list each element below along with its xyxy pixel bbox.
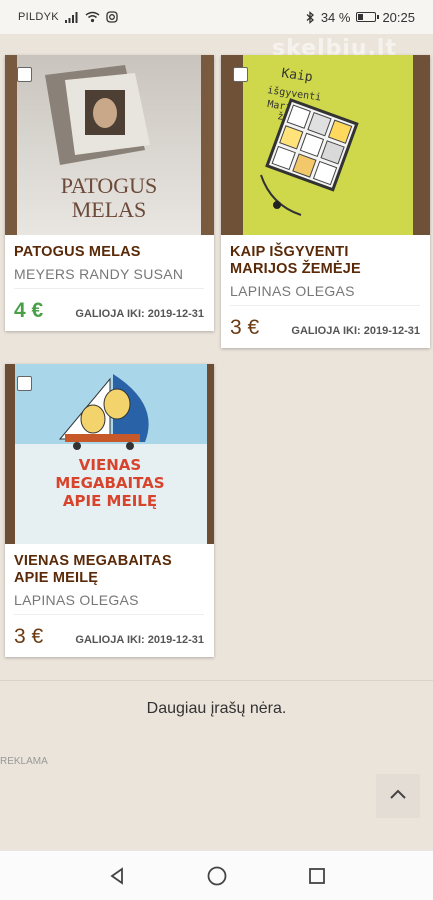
no-more-results-text: Daugiau įrašų nėra. (146, 700, 287, 717)
android-nav-bar (0, 850, 433, 900)
select-checkbox[interactable] (17, 67, 32, 82)
valid-until: GALIOJA IKI: 2019-12-31 (75, 308, 204, 320)
cover-title-line1: PATOGUS (61, 173, 158, 198)
battery-percent: 34 % (320, 9, 351, 25)
chevron-up-icon (389, 787, 407, 805)
book-author: LAPINAS OLEGAS (14, 592, 139, 608)
bluetooth-icon (306, 10, 315, 24)
cover-title-line1: VIENAS (79, 456, 141, 474)
divider (0, 680, 433, 681)
price: 4 € (14, 299, 44, 322)
select-checkbox[interactable] (17, 376, 32, 391)
book-title[interactable]: KAIP IŠGYVENTI MARIJOS ŽEMĖJE (230, 244, 420, 278)
carrier-label: PILDYK (18, 11, 59, 23)
book-cover-image[interactable]: VIENAS MEGABAITAS APIE MEILĘ (5, 364, 214, 544)
price: 3 € (230, 316, 260, 339)
listing-card[interactable]: Kaip išgyventi Marijos žemėje KAIP IŠGYV… (221, 55, 430, 348)
book-cover-image[interactable]: PATOGUS MELAS (5, 55, 214, 235)
book-author: MEYERS RANDY SUSAN (14, 266, 184, 282)
price: 3 € (14, 625, 44, 648)
status-bar: PILDYK 34 % 20:25 (0, 0, 433, 34)
book-title[interactable]: VIENAS MEGABAITAS APIE MEILĘ (14, 553, 204, 587)
instagram-icon (106, 11, 118, 23)
recents-square-icon (308, 867, 325, 884)
select-checkbox[interactable] (233, 67, 248, 82)
cover-title-line3: APIE MEILĘ (63, 492, 157, 510)
valid-until: GALIOJA IKI: 2019-12-31 (291, 325, 420, 337)
book-title[interactable]: PATOGUS MELAS (14, 244, 204, 261)
recents-button[interactable] (302, 861, 332, 891)
book-author: LAPINAS OLEGAS (230, 283, 355, 299)
back-triangle-icon (109, 866, 123, 885)
back-button[interactable] (102, 861, 132, 891)
ad-label: REKLAMA (0, 756, 48, 767)
scroll-to-top-button[interactable] (376, 774, 420, 818)
divider (14, 288, 204, 289)
cover-title-line2: MELAS (72, 197, 147, 222)
clock: 20:25 (382, 9, 415, 25)
cover-title-line2: MEGABAITAS (55, 474, 164, 492)
divider (230, 305, 420, 306)
home-button[interactable] (202, 861, 232, 891)
valid-until: GALIOJA IKI: 2019-12-31 (75, 634, 204, 646)
divider (14, 614, 204, 615)
wifi-icon (85, 11, 100, 23)
home-circle-icon (207, 866, 226, 885)
book-cover-image[interactable]: Kaip išgyventi Marijos žemėje (221, 55, 430, 235)
signal-icon (64, 11, 79, 23)
listing-card[interactable]: PATOGUS MELAS PATOGUS MELAS MEYERS RANDY… (5, 55, 214, 331)
battery-icon (356, 12, 380, 22)
listing-card[interactable]: VIENAS MEGABAITAS APIE MEILĘ VIENAS MEGA… (5, 364, 214, 657)
